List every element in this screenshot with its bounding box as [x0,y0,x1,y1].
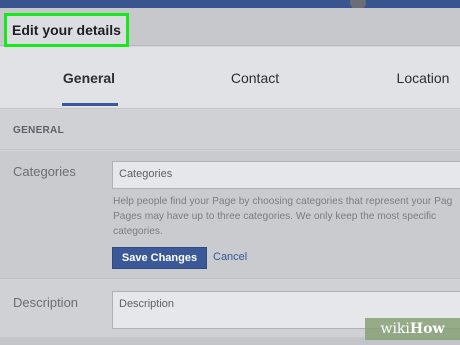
modal-header: Edit your details [0,8,460,47]
save-changes-button[interactable]: Save Changes [112,247,207,269]
categories-input-value: Categories [119,168,173,180]
tab-contact[interactable]: Contact [222,47,288,109]
wikihow-watermark: wiki How [365,318,460,340]
active-tab-indicator [62,103,118,106]
help-line: Help people find your Page by choosing c… [113,196,453,207]
cancel-link[interactable]: Cancel [213,251,247,263]
categories-input[interactable]: Categories [112,161,460,189]
watermark-how: How [409,321,445,337]
help-line: Pages may have up to three categories. W… [113,211,437,222]
categories-row: Categories Categories Help people find y… [0,151,460,279]
title-highlight: Edit your details [4,13,129,47]
modal-title: Edit your details [12,22,121,38]
description-input-value: Description [119,298,175,310]
categories-label: Categories [13,164,76,179]
watermark-wiki: wiki [380,321,410,337]
tab-location[interactable]: Location [386,47,460,109]
help-line: categories. [113,226,163,237]
categories-help-text: Help people find your Page by choosing c… [113,194,460,239]
description-label: Description [13,295,79,310]
section-heading: GENERAL [13,125,64,136]
section-header: GENERAL [0,110,460,150]
edit-details-modal: Edit your details General Contact Locati… [0,8,460,345]
tab-bar: General Contact Location [0,47,460,109]
tab-general[interactable]: General [60,47,118,109]
